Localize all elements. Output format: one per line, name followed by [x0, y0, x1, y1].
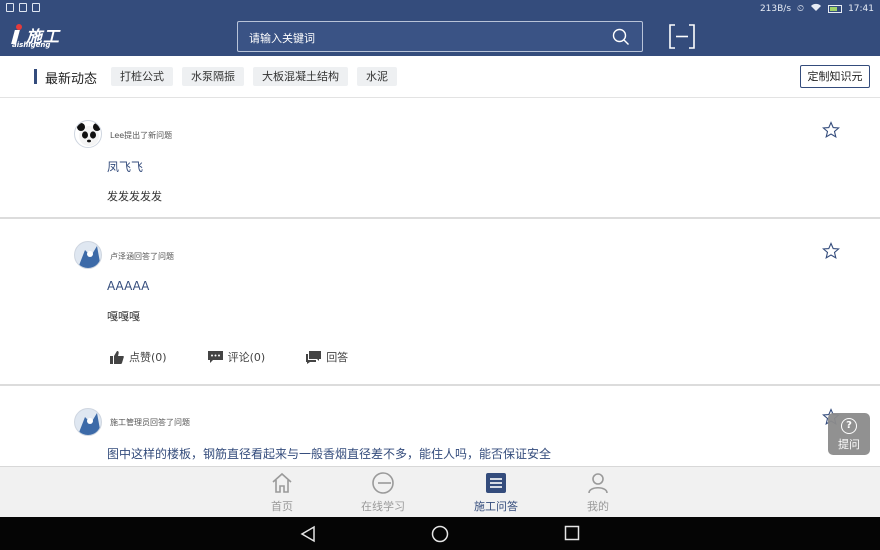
latest-news-bar: 最新动态 打桩公式 水泵隔振 大板混凝土结构 水泥 定制知识元	[0, 56, 880, 98]
star-icon[interactable]	[822, 121, 840, 139]
tab-home[interactable]: 首页	[252, 471, 312, 515]
notification-icons	[6, 3, 40, 12]
question-body[interactable]: 嘎嘎嘎	[107, 308, 140, 324]
avatar[interactable]	[74, 120, 102, 148]
android-nav-bar	[0, 517, 880, 550]
thumb-up-icon	[110, 350, 124, 364]
answer-label: 回答	[326, 351, 349, 364]
avatar[interactable]	[74, 241, 102, 269]
custom-knowledge-button[interactable]: 定制知识元	[800, 65, 870, 88]
like-button[interactable]: 点赞(0)	[110, 349, 167, 365]
tab-online-learning[interactable]: 在线学习	[353, 471, 413, 515]
ask-question-button[interactable]: ? 提问	[828, 413, 870, 455]
notification-icon	[19, 3, 27, 12]
card-meta: Lee提出了新问题	[110, 131, 173, 140]
comment-icon	[207, 350, 223, 363]
card-meta: 卢泽涵回答了问题	[110, 252, 174, 261]
search-placeholder: 请输入关键词	[249, 32, 315, 45]
learn-icon	[372, 472, 394, 494]
question-title[interactable]: 图中这样的楼板，钢筋直径看起来与一般香烟直径差不多，能住人吗，能否保证安全	[107, 445, 551, 462]
tab-label: 我的	[587, 500, 609, 513]
comment-button[interactable]: 评论(0)	[207, 349, 266, 365]
question-feed[interactable]: Lee提出了新问题 凤飞飞 发发发发发 卢泽涵回答了问题 AAAAA 嘎嘎嘎 点…	[0, 99, 880, 466]
user-icon	[588, 473, 608, 494]
user-avatar-icon	[75, 409, 101, 435]
tag-list: 打桩公式 水泵隔振 大板混凝土结构 水泥	[111, 67, 397, 86]
status-right: 213B/s ⏲ 17:41	[760, 3, 874, 15]
card-actions: 点赞(0) 评论(0) 回答	[110, 349, 348, 365]
user-avatar-icon	[75, 242, 101, 268]
alarm-icon: ⏲	[797, 4, 805, 14]
question-card[interactable]: Lee提出了新问题 凤飞飞 发发发发发	[0, 99, 880, 219]
answer-icon	[306, 350, 322, 364]
bottom-tab-bar: 首页 在线学习 施工问答 我的	[0, 466, 880, 517]
network-speed: 213B/s	[759, 4, 792, 14]
notification-icon	[6, 3, 14, 12]
card-meta: 施工管理员回答了问题	[110, 418, 190, 427]
home-circle-icon[interactable]	[431, 525, 449, 543]
comment-label: 评论(0)	[227, 351, 266, 364]
tab-label: 施工问答	[474, 500, 518, 513]
image-icon	[32, 3, 40, 12]
recents-icon[interactable]	[564, 525, 580, 541]
scan-icon[interactable]	[668, 24, 696, 49]
wifi-icon	[810, 3, 822, 15]
tag-chip[interactable]: 水泵隔振	[182, 67, 244, 86]
star-icon[interactable]	[822, 242, 840, 260]
question-title[interactable]: AAAAA	[107, 279, 149, 293]
ask-label: 提问	[838, 438, 860, 451]
like-label: 点赞(0)	[129, 351, 167, 364]
status-bar: 213B/s ⏲ 17:41	[0, 0, 880, 17]
search-input[interactable]: 请输入关键词	[237, 21, 643, 52]
tag-chip[interactable]: 水泥	[357, 67, 397, 86]
panda-avatar-icon	[77, 123, 101, 146]
answer-button[interactable]: 回答	[306, 349, 348, 365]
question-mark-icon: ?	[841, 418, 857, 434]
battery-icon	[828, 5, 843, 13]
search-icon[interactable]	[612, 28, 630, 46]
section-accent	[34, 69, 37, 84]
question-card[interactable]: 卢泽涵回答了问题 AAAAA 嘎嘎嘎 点赞(0) 评论(0) 回答	[0, 219, 880, 386]
section-title: 最新动态	[45, 72, 98, 87]
logo-subtext: aishigeng	[12, 41, 51, 49]
question-title[interactable]: 凤飞飞	[107, 158, 143, 175]
clock: 17:41	[848, 4, 874, 14]
question-body[interactable]: 发发发发发	[107, 188, 162, 204]
tab-qa[interactable]: 施工问答	[466, 471, 526, 515]
app-logo[interactable]: 施工 aishigeng	[10, 23, 66, 51]
tag-chip[interactable]: 大板混凝土结构	[253, 67, 348, 86]
tab-label: 首页	[271, 500, 293, 513]
tab-label: 在线学习	[361, 500, 405, 513]
back-icon[interactable]	[299, 525, 317, 543]
tag-chip[interactable]: 打桩公式	[111, 67, 173, 86]
tab-mine[interactable]: 我的	[568, 471, 628, 515]
question-card[interactable]: 施工管理员回答了问题 图中这样的楼板，钢筋直径看起来与一般香烟直径差不多，能住人…	[0, 386, 880, 466]
qa-icon	[486, 473, 506, 493]
home-icon	[272, 472, 292, 493]
avatar[interactable]	[74, 408, 102, 436]
